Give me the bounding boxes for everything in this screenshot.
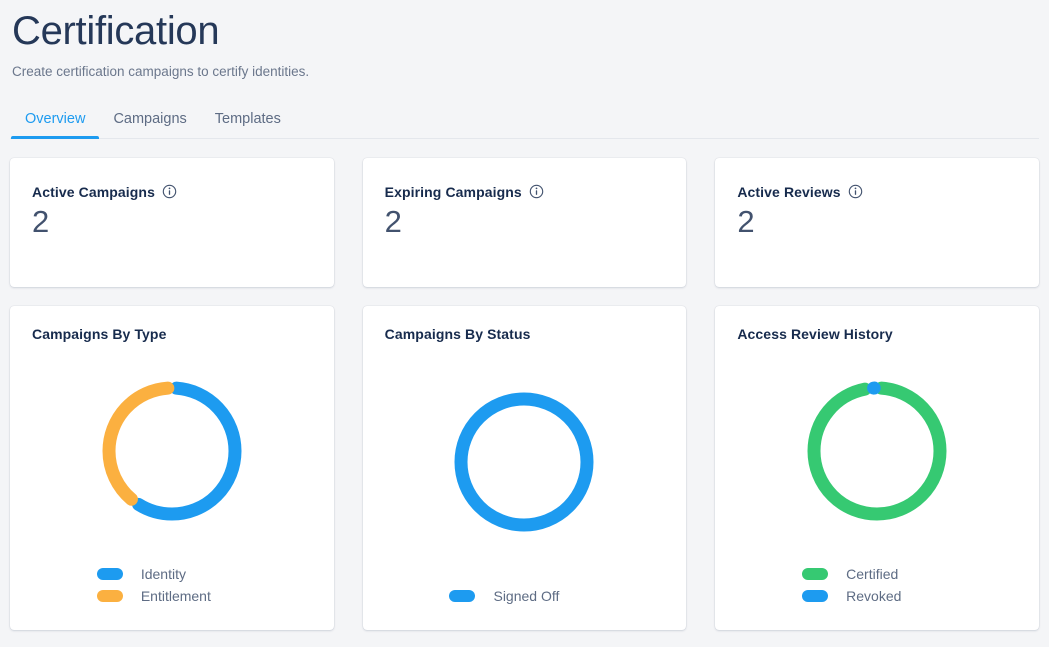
legend-swatch (802, 590, 828, 602)
tab-overview[interactable]: Overview (11, 103, 99, 138)
donut-svg (806, 380, 948, 522)
donut-chart-campaigns-by-status (385, 342, 665, 588)
legend-item-signed-off[interactable]: Signed Off (449, 588, 599, 604)
chart-card-campaigns-by-status: Campaigns By Status Signed Off (363, 306, 687, 630)
info-circle-icon[interactable] (162, 184, 177, 199)
legend-label: Entitlement (141, 588, 211, 604)
chart-card-campaigns-by-type: Campaigns By Type Identity Entitlement (10, 306, 334, 630)
legend-label: Revoked (846, 588, 901, 604)
chart-legend: Certified Revoked (737, 566, 1017, 630)
stat-card-grid: Active Campaigns 2 Expiring Campaigns 2 (10, 158, 1039, 287)
stat-label: Expiring Campaigns (385, 184, 522, 200)
donut-chart-access-review-history (737, 342, 1017, 566)
chart-card-access-review-history: Access Review History Certified Revoked (715, 306, 1039, 630)
legend-item-identity[interactable]: Identity (97, 566, 247, 582)
donut-svg (101, 380, 243, 522)
stat-header: Active Reviews (737, 184, 1017, 200)
legend-swatch (449, 590, 475, 602)
donut-svg (453, 391, 595, 533)
page-header: Certification Create certification campa… (10, 0, 1039, 81)
page-title: Certification (12, 6, 1037, 55)
stat-value: 2 (737, 203, 1017, 242)
tab-campaigns[interactable]: Campaigns (99, 103, 200, 138)
donut-chart-campaigns-by-type (32, 342, 312, 566)
chart-legend: Identity Entitlement (32, 566, 312, 630)
legend-label: Signed Off (493, 588, 559, 604)
chart-title: Campaigns By Type (32, 326, 312, 342)
legend-item-entitlement[interactable]: Entitlement (97, 588, 247, 604)
legend-item-revoked[interactable]: Revoked (802, 588, 952, 604)
stat-label: Active Reviews (737, 184, 840, 200)
stat-card-active-reviews: Active Reviews 2 (715, 158, 1039, 287)
chart-title: Campaigns By Status (385, 326, 665, 342)
info-circle-icon[interactable] (848, 184, 863, 199)
stat-header: Active Campaigns (32, 184, 312, 200)
certification-page: Certification Create certification campa… (0, 0, 1049, 647)
chart-legend: Signed Off (385, 588, 665, 630)
stat-header: Expiring Campaigns (385, 184, 665, 200)
stat-card-active-campaigns: Active Campaigns 2 (10, 158, 334, 287)
chart-card-grid: Campaigns By Type Identity Entitlement (10, 306, 1039, 630)
stat-label: Active Campaigns (32, 184, 155, 200)
legend-swatch (97, 590, 123, 602)
stat-card-expiring-campaigns: Expiring Campaigns 2 (363, 158, 687, 287)
stat-value: 2 (385, 203, 665, 242)
legend-swatch (97, 568, 123, 580)
tab-templates[interactable]: Templates (201, 103, 295, 138)
legend-swatch (802, 568, 828, 580)
legend-item-certified[interactable]: Certified (802, 566, 952, 582)
tab-bar: Overview Campaigns Templates (10, 103, 1039, 139)
info-circle-icon[interactable] (529, 184, 544, 199)
legend-label: Certified (846, 566, 898, 582)
stat-value: 2 (32, 203, 312, 242)
chart-title: Access Review History (737, 326, 1017, 342)
page-subtitle: Create certification campaigns to certif… (12, 63, 1037, 81)
legend-label: Identity (141, 566, 186, 582)
